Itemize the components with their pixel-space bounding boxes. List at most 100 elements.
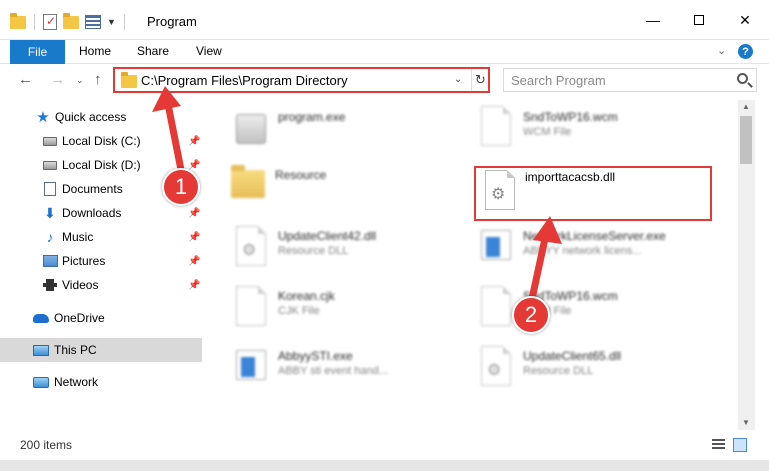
up-arrow-icon[interactable]: ↑ bbox=[94, 71, 102, 88]
address-bar[interactable]: C:\Program Files\Program Directory ⌄ ↻ bbox=[113, 67, 490, 93]
file-icon bbox=[475, 104, 515, 150]
pictures-icon bbox=[42, 254, 58, 268]
step-2-callout: 2 bbox=[512, 296, 550, 334]
file-type: WCM File bbox=[523, 126, 572, 138]
sidebar-item-label: Network bbox=[54, 375, 99, 389]
recent-locations-chevron-icon[interactable]: ⌄ bbox=[76, 75, 84, 86]
file-item[interactable]: NetworkLicenseServer.exe ABBYY network l… bbox=[475, 224, 720, 280]
status-bar: 200 items bbox=[0, 430, 769, 460]
disk-icon bbox=[42, 158, 58, 172]
file-list: program.exe SndToWP16.wcm WCM File Resou… bbox=[205, 100, 738, 430]
maximize-icon bbox=[694, 15, 704, 25]
pin-icon[interactable]: 📌 bbox=[188, 232, 200, 243]
pin-icon[interactable]: 📌 bbox=[188, 256, 200, 267]
ribbon-tabs: File Home Share View ⌄ ? bbox=[0, 40, 769, 64]
download-icon: ⬇ bbox=[44, 204, 56, 221]
toolbar-divider bbox=[123, 14, 125, 30]
network-icon bbox=[33, 375, 49, 389]
file-item[interactable]: Korean.cjk CJK File bbox=[230, 284, 475, 340]
file-name: AbbyySTI.exe bbox=[278, 349, 353, 363]
tab-share[interactable]: Share bbox=[137, 44, 169, 58]
close-icon: ✕ bbox=[739, 11, 751, 28]
sidebar-item-this-pc[interactable]: This PC bbox=[0, 338, 202, 362]
close-button[interactable]: ✕ bbox=[722, 0, 768, 40]
folder-icon bbox=[10, 12, 26, 29]
file-name: program.exe bbox=[278, 110, 346, 124]
sidebar-item-label: Music bbox=[62, 230, 94, 244]
app-icon bbox=[230, 344, 270, 390]
search-input[interactable] bbox=[504, 69, 732, 91]
details-view-icon[interactable] bbox=[712, 439, 725, 451]
address-history-chevron-icon[interactable]: ⌄ bbox=[454, 74, 462, 85]
sidebar-item-label: Local Disk (D:) bbox=[62, 158, 141, 172]
sidebar-item-label: Pictures bbox=[62, 254, 106, 268]
sidebar-item-label: Documents bbox=[62, 182, 123, 196]
help-icon[interactable]: ? bbox=[738, 44, 753, 59]
file-item[interactable]: ⚙ UpdateClient42.dll Resource DLL bbox=[230, 224, 475, 280]
customize-toolbar-chevron-icon[interactable]: ▼ bbox=[107, 17, 116, 27]
file-name: Resource bbox=[275, 168, 327, 182]
new-folder-icon[interactable] bbox=[63, 12, 79, 29]
computer-icon bbox=[33, 343, 49, 357]
file-item[interactable]: AbbyySTI.exe ABBY sti event hand... bbox=[230, 344, 475, 400]
file-item[interactable]: Resource bbox=[227, 162, 472, 218]
expand-ribbon-chevron-icon[interactable]: ⌄ bbox=[717, 44, 726, 57]
tab-home[interactable]: Home bbox=[79, 44, 111, 58]
file-name: UpdateClient42.dll bbox=[278, 229, 377, 243]
file-name: UpdateClient65.dll bbox=[523, 349, 622, 363]
back-arrow-icon[interactable]: ← bbox=[18, 71, 33, 88]
file-type: ABBY sti event hand... bbox=[278, 365, 388, 377]
exe-icon bbox=[230, 108, 270, 154]
minimize-button[interactable]: — bbox=[630, 0, 676, 40]
sidebar-item-label: Videos bbox=[62, 278, 99, 292]
maximize-button[interactable] bbox=[676, 0, 722, 40]
sidebar-item-label: Downloads bbox=[62, 206, 122, 220]
videos-icon bbox=[42, 278, 58, 292]
dll-icon: ⚙ bbox=[475, 344, 515, 390]
star-icon: ★ bbox=[36, 109, 50, 126]
documents-icon bbox=[42, 182, 58, 196]
search-box bbox=[503, 68, 757, 92]
disk-icon bbox=[42, 134, 58, 148]
sidebar-item-pictures[interactable]: Pictures 📌 bbox=[0, 249, 202, 273]
file-name: Korean.cjk bbox=[278, 289, 335, 303]
file-type: ABBYY network licens... bbox=[523, 245, 642, 257]
layout-icon[interactable] bbox=[85, 15, 101, 29]
pin-icon[interactable]: 📌 bbox=[188, 136, 200, 147]
tab-file[interactable]: File bbox=[10, 40, 65, 64]
file-item[interactable]: program.exe bbox=[230, 108, 475, 164]
forward-arrow-icon[interactable]: → bbox=[50, 71, 65, 88]
sidebar-item-quick-access[interactable]: ★ Quick access bbox=[0, 105, 202, 129]
sidebar-item-music[interactable]: ♪ Music 📌 bbox=[0, 225, 202, 249]
app-icon bbox=[475, 224, 515, 270]
sidebar-item-videos[interactable]: Videos 📌 bbox=[0, 273, 202, 297]
window-bottom-edge bbox=[0, 460, 769, 471]
properties-icon[interactable] bbox=[43, 14, 57, 30]
refresh-icon[interactable]: ↻ bbox=[471, 69, 489, 91]
pin-icon[interactable]: 📌 bbox=[188, 280, 200, 291]
large-icons-view-icon[interactable] bbox=[733, 438, 747, 452]
item-count: 200 items bbox=[20, 438, 73, 452]
sidebar-item-onedrive[interactable]: OneDrive bbox=[0, 306, 202, 330]
scroll-down-icon[interactable]: ▼ bbox=[742, 418, 750, 427]
sidebar-item-label: Quick access bbox=[55, 110, 127, 124]
window-title: Program bbox=[147, 14, 197, 29]
pin-icon[interactable]: 📌 bbox=[188, 160, 200, 171]
minimize-icon: — bbox=[646, 12, 660, 28]
scroll-up-icon[interactable]: ▲ bbox=[742, 102, 750, 111]
search-icon[interactable] bbox=[737, 73, 748, 84]
tab-view[interactable]: View bbox=[196, 44, 222, 58]
sidebar-item-local-disk-c[interactable]: Local Disk (C:) 📌 bbox=[0, 129, 202, 153]
file-item[interactable]: SndToWP16.wcm WCM File bbox=[475, 104, 720, 160]
pin-icon[interactable]: 📌 bbox=[188, 208, 200, 219]
quick-access-toolbar: ▼ bbox=[10, 12, 127, 32]
step-1-callout: 1 bbox=[162, 168, 200, 206]
dll-icon: ⚙ bbox=[230, 224, 270, 270]
vertical-scrollbar[interactable]: ▲ ▼ bbox=[738, 100, 755, 430]
address-path[interactable]: C:\Program Files\Program Directory bbox=[141, 73, 348, 88]
title-bar: ▼ Program — ✕ bbox=[0, 0, 769, 40]
sidebar-item-downloads[interactable]: ⬇ Downloads 📌 bbox=[0, 201, 202, 225]
file-item[interactable]: ⚙ UpdateClient65.dll Resource DLL bbox=[475, 344, 720, 400]
scrollbar-thumb[interactable] bbox=[740, 116, 752, 164]
sidebar-item-network[interactable]: Network bbox=[0, 370, 202, 394]
